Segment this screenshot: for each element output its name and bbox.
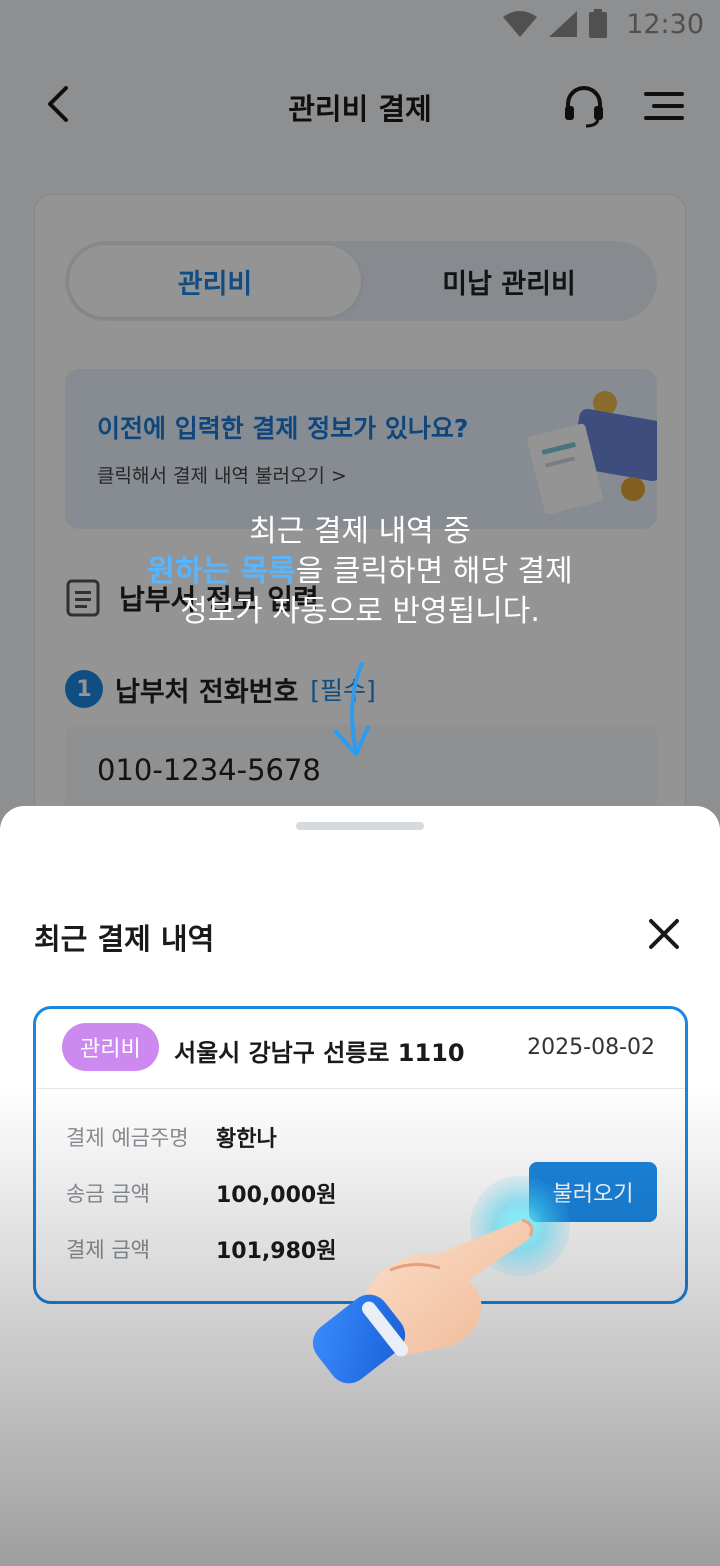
category-tag: 관리비: [62, 1023, 159, 1071]
coach-highlight: 원하는 목록: [147, 554, 296, 589]
history-item-header: 관리비 서울시 강남구 선릉로 1110 2025-08-02: [36, 1009, 685, 1089]
detail-label: 결제 예금주명: [66, 1126, 189, 1150]
pointing-hand-icon: [312, 1218, 534, 1384]
curved-arrow-icon: [334, 662, 370, 756]
sheet-title: 최근 결제 내역: [34, 922, 215, 956]
coach-mark-text: 최근 결제 내역 중 원하는 목록을 클릭하면 해당 결제 정보가 자동으로 반…: [60, 512, 660, 632]
detail-label: 결제 금액: [66, 1238, 150, 1262]
history-address: 서울시 강남구 선릉로 1110: [174, 1039, 465, 1067]
recent-history-sheet: 최근 결제 내역 관리비 서울시 강남구 선릉로 1110 2025-08-02…: [0, 806, 720, 1566]
coach-line-1: 최근 결제 내역 중: [249, 514, 471, 549]
history-date: 2025-08-02: [527, 1035, 655, 1060]
coach-line-3: 정보가 자동으로 반영됩니다.: [180, 594, 540, 629]
sheet-drag-handle[interactable]: [296, 822, 424, 830]
close-icon[interactable]: [644, 914, 684, 954]
coach-line-2-rest: 을 클릭하면 해당 결제: [295, 554, 573, 589]
detail-row: 결제 예금주명 황한나: [66, 1117, 277, 1157]
detail-value: 황한나: [216, 1127, 277, 1152]
coach-line-2: 원하는 목록을 클릭하면 해당 결제: [60, 552, 660, 592]
detail-label: 송금 금액: [66, 1182, 150, 1206]
